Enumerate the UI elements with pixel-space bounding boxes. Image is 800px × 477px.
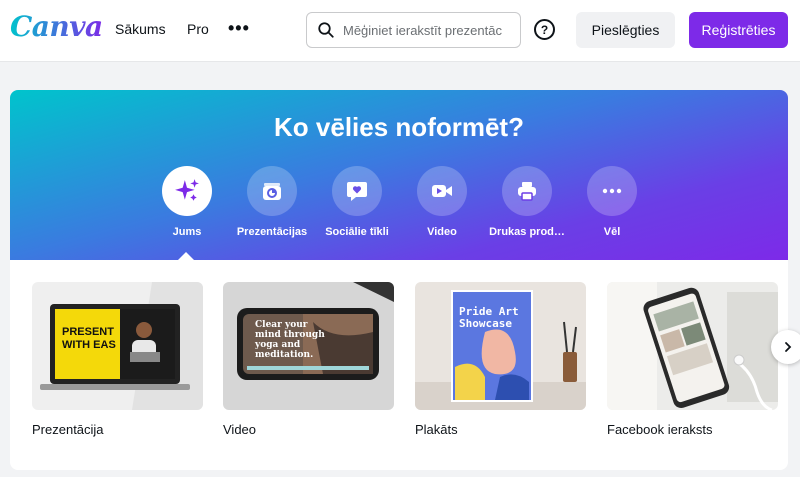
- poster-illustration: [415, 290, 586, 410]
- card-label: Plakāts: [415, 422, 458, 437]
- thumb-text-line: mind through: [255, 330, 325, 340]
- more-icon: [587, 166, 637, 216]
- video-camera-icon: [417, 166, 467, 216]
- thumb-text-line: Showcase: [459, 317, 512, 330]
- category-more[interactable]: Vēl: [562, 166, 662, 238]
- heart-chat-icon: [332, 166, 382, 216]
- laptop-illustration: [40, 282, 203, 410]
- card-label: Prezentācija: [32, 422, 104, 437]
- category-label: Vēl: [603, 226, 621, 238]
- presentation-thumbnail: PRESENT WITH EAS: [32, 282, 203, 410]
- template-card-poster[interactable]: Pride Art Showcase Plakāts: [415, 282, 586, 437]
- video-thumbnail: Clear your mind through yoga and meditat…: [223, 282, 394, 410]
- nav-pro-link[interactable]: Pro: [187, 21, 209, 37]
- hero-banner: Ko vēlies noformēt? Jums Prezentācijas S…: [10, 90, 788, 261]
- canva-logo[interactable]: Canva: [10, 10, 103, 43]
- card-label: Facebook ieraksts: [607, 422, 713, 437]
- template-card-facebook-post[interactable]: Facebook ieraksts: [607, 282, 778, 437]
- printer-icon: [502, 166, 552, 216]
- help-icon[interactable]: ?: [534, 19, 555, 40]
- facebook-post-thumbnail: [607, 282, 778, 410]
- phone-mockup-illustration: [607, 282, 778, 410]
- thumb-text-line: WITH EAS: [62, 339, 116, 351]
- chevron-right-icon: [785, 342, 792, 352]
- thumb-text-line: PRESENT: [62, 326, 114, 338]
- template-card-presentation[interactable]: PRESENT WITH EAS Prezentācija: [32, 282, 203, 437]
- nav-home-link[interactable]: Sākums: [115, 21, 166, 37]
- search-input[interactable]: [343, 22, 513, 38]
- hero-title: Ko vēlies noformēt?: [274, 112, 524, 142]
- thumb-text-line: meditation.: [255, 350, 314, 360]
- template-card-video[interactable]: Clear your mind through yoga and meditat…: [223, 282, 394, 437]
- thumb-text-line: yoga and: [255, 340, 301, 350]
- thumb-text-line: Clear your: [255, 320, 308, 330]
- search-box[interactable]: [306, 12, 521, 48]
- sparkle-icon: [162, 166, 212, 216]
- active-category-indicator: [177, 252, 195, 261]
- top-bar: Canva Sākums Pro ••• ? Pieslēgties Reģis…: [0, 0, 800, 62]
- login-button[interactable]: Pieslēgties: [576, 12, 675, 48]
- presentation-icon: [247, 166, 297, 216]
- poster-thumbnail: Pride Art Showcase: [415, 282, 586, 410]
- signup-button[interactable]: Reģistrēties: [689, 12, 788, 48]
- design-panel: Ko vēlies noformēt? Jums Prezentācijas S…: [10, 90, 788, 470]
- carousel-next-button[interactable]: [771, 330, 800, 364]
- search-icon: [318, 22, 334, 38]
- card-label: Video: [223, 422, 257, 437]
- more-menu-icon[interactable]: •••: [228, 18, 250, 39]
